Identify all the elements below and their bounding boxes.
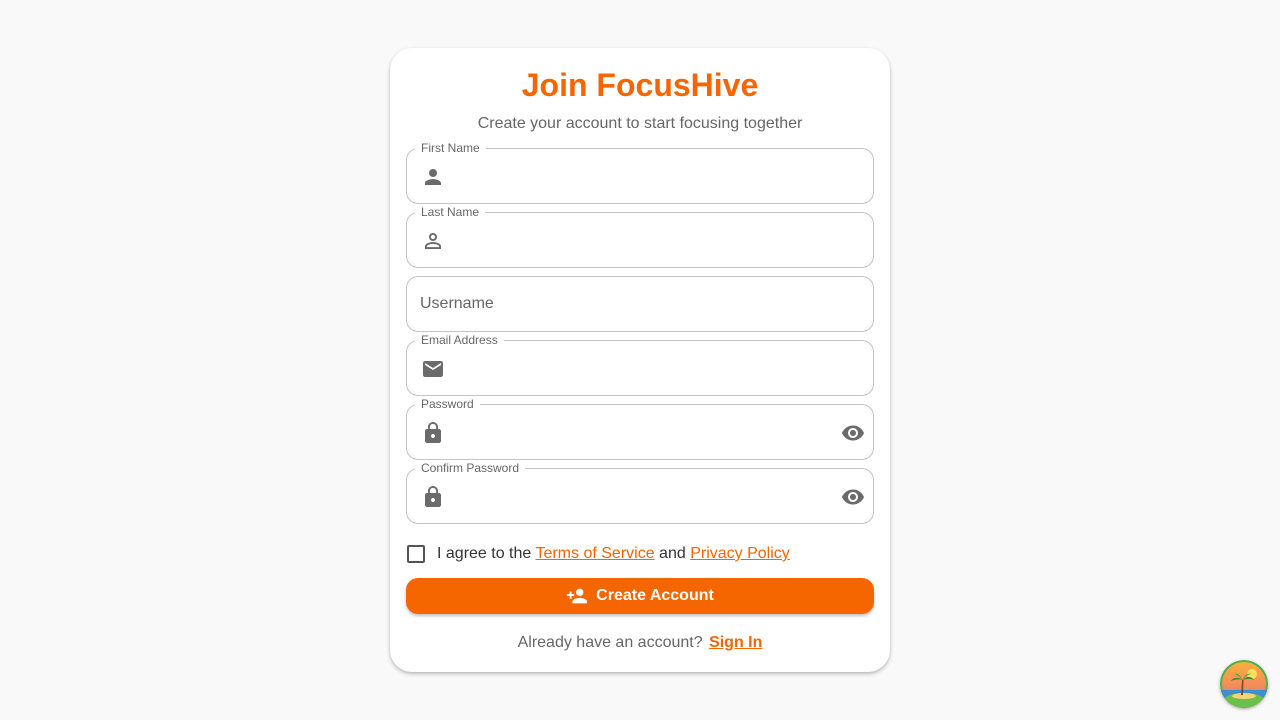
first-name-field[interactable]: First Name [406,141,874,204]
person-icon [425,169,441,185]
eye-icon[interactable] [841,421,865,445]
password-label: Password [415,397,480,411]
username-field[interactable]: Username [406,276,874,332]
terms-of-service-link[interactable]: Terms of Service [535,545,654,562]
signup-card: Join FocusHive Create your account to st… [390,48,890,672]
terms-prefix: I agree to the [437,545,532,562]
signin-row: Already have an account? Sign In [390,633,890,653]
floating-avatar-button[interactable] [1220,660,1268,708]
password-input[interactable] [455,415,825,449]
password-field[interactable]: Password [406,397,874,460]
mail-icon [423,361,443,377]
email-input[interactable] [455,351,825,385]
privacy-policy-link[interactable]: Privacy Policy [690,545,790,562]
create-account-button[interactable]: Create Account [406,578,874,614]
username-placeholder: Username [420,295,494,312]
last-name-field[interactable]: Last Name [406,205,874,268]
first-name-label: First Name [415,141,486,155]
terms-checkbox[interactable] [407,545,425,563]
beach-island-icon [1220,660,1268,708]
email-field[interactable]: Email Address [406,333,874,396]
signin-prompt: Already have an account? [517,634,703,651]
lock-icon [425,486,441,507]
email-label: Email Address [415,333,504,347]
terms-row: I agree to the Terms of Service and Priv… [406,542,874,566]
confirm-password-input[interactable] [455,479,825,513]
person-outline-icon [425,233,441,249]
eye-icon[interactable] [841,485,865,509]
page-subtitle: Create your account to start focusing to… [477,115,803,132]
last-name-label: Last Name [415,205,486,219]
confirm-password-field[interactable]: Confirm Password [406,461,874,524]
terms-and: and [659,545,686,562]
terms-text: I agree to the Terms of Service and Priv… [437,544,790,564]
page-title: Join FocusHive [521,67,759,103]
lock-icon [425,422,441,443]
first-name-input[interactable] [455,159,825,193]
create-account-label: Create Account [596,587,714,604]
sign-in-link[interactable]: Sign In [709,634,762,651]
last-name-input[interactable] [455,223,825,257]
confirm-password-label: Confirm Password [415,461,526,475]
person-add-icon [567,588,588,604]
